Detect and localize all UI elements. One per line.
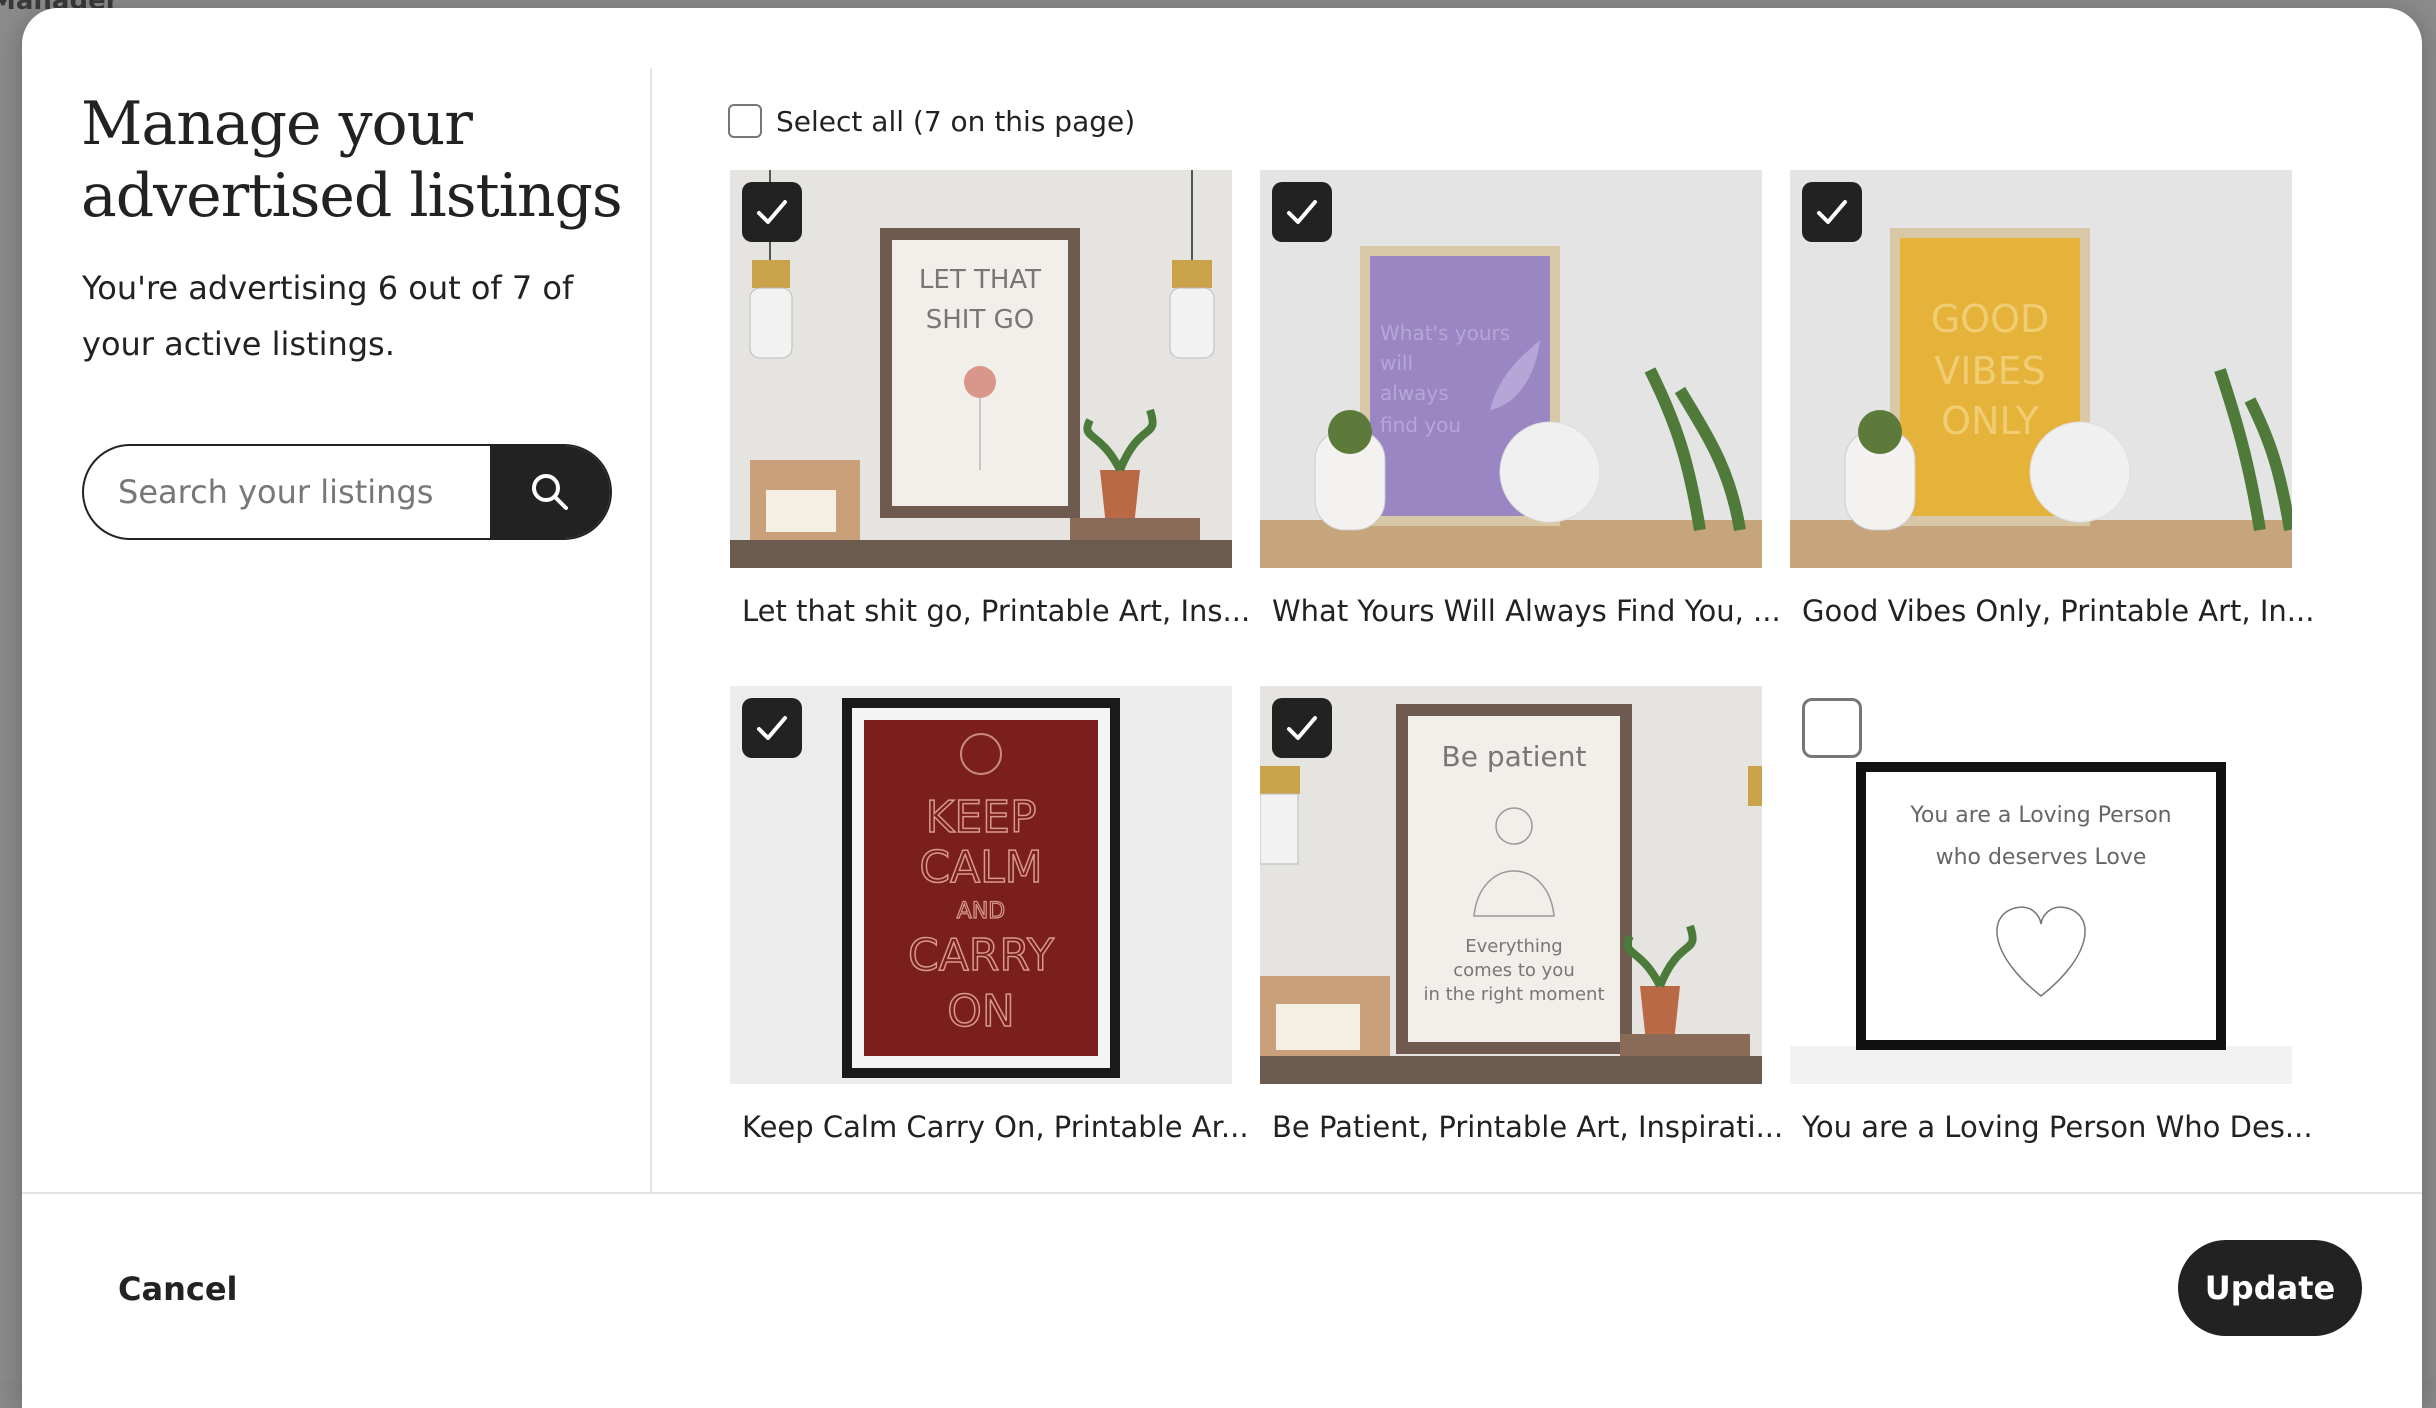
listing-image: You are a Loving Person who deserves Lov… (1790, 686, 2292, 1084)
art-text: GOOD (1931, 297, 2050, 341)
art-text: VIBES (1934, 349, 2045, 393)
search-icon (532, 474, 568, 510)
checkmark-icon (757, 716, 787, 740)
listing-card[interactable]: GOOD VIBES ONLY Good Vibes Only, Printab… (1790, 170, 2315, 628)
art-text: LET THAT (919, 265, 1041, 295)
listing-title: What Yours Will Always Find You, ... (1272, 594, 1781, 628)
art-text: will (1380, 351, 1413, 375)
panel-divider (650, 68, 652, 1192)
listing-title: Be Patient, Printable Art, Inspirati... (1272, 1110, 1784, 1144)
listing-card[interactable]: LET THAT SHIT GO Let that shit go, Print… (730, 170, 1251, 628)
modal-title: Manage your advertised listings (81, 89, 623, 231)
listing-thumbnail[interactable]: GOOD VIBES ONLY (1790, 170, 2292, 568)
listing-checkbox[interactable] (1802, 182, 1862, 242)
art-text: find you (1380, 413, 1461, 437)
footer-divider (22, 1192, 2422, 1194)
search-button[interactable] (490, 446, 610, 538)
art-text: Be patient (1442, 740, 1587, 773)
select-all-row[interactable]: Select all (7 on this page) (728, 104, 1135, 138)
select-all-checkbox[interactable] (728, 104, 762, 138)
listing-thumbnail[interactable]: KEEP CALM AND CARRY ON (730, 686, 1232, 1084)
search-box (82, 444, 612, 540)
listing-thumbnail[interactable]: You are a Loving Person who deserves Lov… (1790, 686, 2292, 1084)
art-text: KEEP (926, 792, 1037, 843)
listing-thumbnail[interactable]: LET THAT SHIT GO (730, 170, 1232, 568)
art-text: Everything (1465, 936, 1562, 957)
checkmark-icon (757, 200, 787, 224)
listing-title: Good Vibes Only, Printable Art, In... (1802, 594, 2315, 628)
modal-subtitle: You're advertising 6 out of 7 of your ac… (82, 269, 574, 363)
art-text: ONLY (1941, 399, 2039, 443)
listing-image: KEEP CALM AND CARRY ON (730, 686, 1232, 1084)
listing-image: What's yours will always find you (1260, 170, 1762, 568)
listing-checkbox[interactable] (1272, 182, 1332, 242)
art-text: You are a Loving Person (1909, 803, 2171, 828)
listing-image: GOOD VIBES ONLY (1790, 170, 2292, 568)
listing-card[interactable]: You are a Loving Person who deserves Lov… (1790, 686, 2313, 1144)
manage-listings-modal: Manage your advertised listings You're a… (22, 8, 2422, 1408)
art-text: always (1380, 381, 1449, 405)
cancel-button[interactable]: Cancel (118, 1270, 238, 1308)
update-button[interactable]: Update (2178, 1240, 2362, 1336)
listing-thumbnail[interactable]: Be patient Everything comes to you in th… (1260, 686, 1762, 1084)
listing-card[interactable]: KEEP CALM AND CARRY ON Keep Calm Carry O… (730, 686, 1249, 1144)
listing-checkbox[interactable] (1802, 698, 1862, 758)
listing-card[interactable]: What's yours will always find you What Y… (1260, 170, 1781, 628)
listing-card[interactable]: Be patient Everything comes to you in th… (1260, 686, 1784, 1144)
art-text: who deserves Love (1936, 845, 2147, 870)
listing-image: Be patient Everything comes to you in th… (1260, 686, 1762, 1084)
checkmark-icon (1287, 200, 1317, 224)
listing-checkbox[interactable] (742, 698, 802, 758)
checkmark-icon (1287, 716, 1317, 740)
select-all-label: Select all (7 on this page) (776, 104, 1136, 138)
listing-thumbnail[interactable]: What's yours will always find you (1260, 170, 1762, 568)
listing-checkbox[interactable] (1272, 698, 1332, 758)
art-text: in the right moment (1423, 984, 1604, 1005)
art-text: SHIT GO (926, 305, 1034, 335)
art-text: AND (957, 899, 1005, 924)
art-text: ON (947, 986, 1015, 1037)
listing-title: Keep Calm Carry On, Printable Ar... (742, 1110, 1249, 1144)
listing-checkbox[interactable] (742, 182, 802, 242)
art-text: comes to you (1453, 960, 1574, 981)
art-text: CARRY (908, 930, 1054, 981)
art-text: What's yours (1380, 321, 1510, 345)
art-text: CALM (919, 842, 1042, 893)
listing-title: You are a Loving Person Who Des... (1802, 1110, 2313, 1144)
modal-left-panel: Manage your advertised listings You're a… (22, 8, 650, 1192)
listing-image: LET THAT SHIT GO (730, 170, 1232, 568)
listing-title: Let that shit go, Printable Art, Ins... (742, 594, 1251, 628)
search-input[interactable] (118, 446, 478, 538)
checkmark-icon (1817, 200, 1847, 224)
